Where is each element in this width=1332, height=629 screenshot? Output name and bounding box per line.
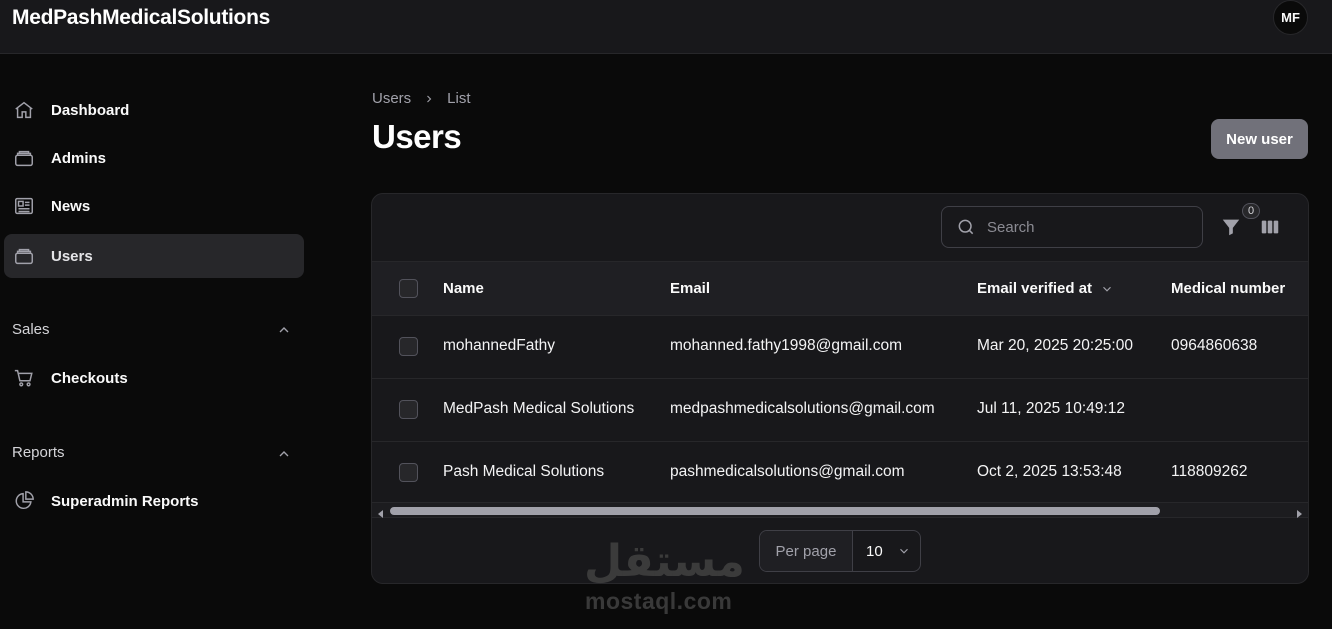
row-checkbox[interactable]: [399, 337, 418, 356]
stack-icon: [12, 146, 36, 170]
column-header-label: Email verified at: [977, 280, 1093, 297]
scroll-left-icon[interactable]: [376, 506, 386, 518]
new-user-button[interactable]: New user: [1211, 119, 1308, 159]
sidebar: Dashboard Admins News Users Sales Checko…: [0, 54, 310, 629]
sidebar-item-label: Dashboard: [51, 101, 130, 119]
breadcrumb-users[interactable]: Users: [372, 90, 411, 107]
column-header-email[interactable]: Email: [670, 280, 710, 297]
brand-name[interactable]: MedPashMedicalSolutions: [12, 6, 270, 30]
column-header-medical-number[interactable]: Medical number: [1171, 280, 1285, 297]
cell-name: Pash Medical Solutions: [443, 463, 605, 480]
pie-chart-icon: [12, 489, 36, 513]
sidebar-item-label: Superadmin Reports: [51, 492, 199, 510]
cell-email: mohanned.fathy1998@gmail.com: [670, 337, 903, 354]
scroll-right-icon[interactable]: [1294, 506, 1304, 518]
cell-email: medpashmedicalsolutions@gmail.com: [670, 400, 935, 417]
cell-email-verified: Mar 20, 2025 20:25:00: [977, 337, 1133, 354]
per-page-label: Per page: [760, 531, 853, 571]
cell-email-verified: Oct 2, 2025 13:53:48: [977, 463, 1122, 480]
cell-email-verified: Jul 11, 2025 10:49:12: [977, 400, 1125, 417]
breadcrumb: Users List: [372, 90, 471, 107]
newspaper-icon: [12, 194, 36, 218]
columns-icon[interactable]: [1259, 216, 1281, 238]
sidebar-item-news[interactable]: News: [4, 184, 304, 228]
select-all-checkbox[interactable]: [399, 279, 418, 298]
table-row[interactable]: Pash Medical Solutions pashmedicalsoluti…: [372, 442, 1308, 505]
watermark-arabic: مستقل: [584, 536, 745, 587]
table-row[interactable]: MedPash Medical Solutions medpashmedical…: [372, 379, 1308, 442]
user-avatar[interactable]: MF: [1273, 0, 1308, 35]
per-page-select[interactable]: Per page 10: [759, 530, 921, 572]
row-checkbox[interactable]: [399, 463, 418, 482]
chevron-up-icon[interactable]: [276, 322, 292, 338]
search-input[interactable]: [987, 218, 1187, 236]
column-header-name[interactable]: Name: [443, 280, 484, 297]
home-icon: [12, 98, 36, 122]
sidebar-item-dashboard[interactable]: Dashboard: [4, 88, 304, 132]
search-field[interactable]: [941, 206, 1203, 248]
breadcrumb-list: List: [447, 90, 471, 107]
sidebar-group-reports: Reports: [12, 444, 65, 461]
page-title: Users: [372, 118, 462, 155]
users-table-card: 0 Name Email Email verified at Medical n…: [371, 193, 1309, 584]
top-bar: MedPashMedicalSolutions MF: [0, 0, 1332, 54]
sidebar-item-checkouts[interactable]: Checkouts: [4, 356, 304, 400]
cell-medical-number: 118809262: [1171, 463, 1248, 480]
search-icon: [956, 217, 976, 237]
sidebar-item-label: Checkouts: [51, 369, 128, 387]
chevron-right-icon: [423, 93, 435, 105]
sidebar-item-admins[interactable]: Admins: [4, 136, 304, 180]
sidebar-item-users[interactable]: Users: [4, 234, 304, 278]
cell-medical-number: 0964860638: [1171, 337, 1258, 354]
sidebar-item-superadmin-reports[interactable]: Superadmin Reports: [4, 479, 304, 523]
sidebar-item-label: Admins: [51, 149, 107, 167]
sidebar-item-label: Users: [51, 247, 93, 265]
filter-count-badge: 0: [1242, 203, 1260, 219]
scroll-thumb[interactable]: [390, 507, 1160, 515]
cell-name: mohannedFathy: [443, 337, 556, 354]
filter-icon[interactable]: [1220, 216, 1242, 238]
chevron-down-icon: [1100, 282, 1114, 296]
sidebar-item-label: News: [51, 197, 91, 215]
row-checkbox[interactable]: [399, 400, 418, 419]
table-row[interactable]: mohannedFathy mohanned.fathy1998@gmail.c…: [372, 316, 1308, 379]
cell-email: pashmedicalsolutions@gmail.com: [670, 463, 905, 480]
sidebar-group-sales: Sales: [12, 321, 50, 338]
horizontal-scrollbar[interactable]: [372, 502, 1308, 518]
per-page-value: 10: [866, 542, 883, 560]
stack-icon: [12, 244, 36, 268]
cart-icon: [12, 366, 36, 390]
cell-name: MedPash Medical Solutions: [443, 400, 635, 417]
chevron-up-icon[interactable]: [276, 446, 292, 462]
column-header-email-verified[interactable]: Email verified at: [977, 280, 1114, 297]
mostaql-watermark-logo: مستقل mostaql.com: [580, 530, 750, 620]
per-page-value-wrap[interactable]: 10: [853, 543, 920, 560]
watermark-latin: mostaql.com: [585, 588, 733, 614]
table-header: Name Email Email verified at Medical num…: [372, 261, 1308, 316]
chevron-down-icon: [897, 544, 911, 558]
